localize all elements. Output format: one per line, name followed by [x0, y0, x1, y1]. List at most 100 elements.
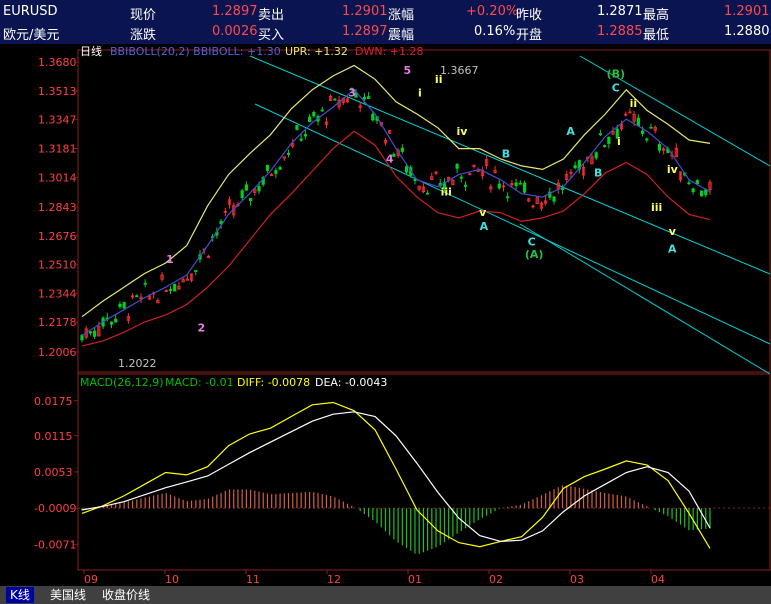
tab-close-line[interactable]: 收盘价线 — [98, 587, 154, 603]
candle-body — [265, 165, 270, 171]
change-value: 0.0026 — [212, 24, 258, 39]
candle-body — [404, 166, 409, 173]
candle-body — [371, 113, 375, 121]
band-upr — [81, 64, 711, 318]
wave-label: C — [528, 236, 536, 249]
change-label: 涨跌 — [130, 28, 157, 43]
amplitude-value: 0.16% — [474, 24, 516, 39]
candle-body — [88, 331, 93, 334]
amplitude-label: 震幅 — [388, 28, 415, 43]
x-tick-label: 11 — [246, 573, 260, 586]
wave-label: A — [566, 125, 575, 138]
symbol-name: 欧元/美元 — [3, 28, 60, 43]
candle-body — [514, 182, 518, 187]
wave-label: ii — [630, 97, 638, 110]
candle-body — [636, 117, 640, 127]
main-y-tick-label: 1.3513 — [38, 85, 77, 98]
candle-body — [118, 303, 122, 308]
dwn-label: DWN: +1.28 — [355, 45, 424, 58]
candle-body — [80, 334, 84, 341]
candle-body — [312, 111, 316, 117]
main-y-tick-label: 1.2843 — [38, 201, 77, 214]
candle-body — [168, 289, 173, 291]
candle-body — [114, 318, 118, 323]
wave-label: 2 — [197, 321, 205, 334]
macd-value-label: MACD: -0.01 — [165, 376, 234, 389]
symbol-code: EURUSD — [3, 4, 58, 19]
quote-header: EURUSD 现价 1.2897 卖出 1.2901 涨幅 +0.20% 昨收 … — [0, 0, 771, 44]
main-panel-frame — [77, 49, 771, 373]
wave-label: 4 — [386, 152, 394, 165]
x-tick-label: 09 — [84, 573, 98, 586]
ask-label: 卖出 — [258, 8, 285, 23]
trend-channel-line — [519, 223, 771, 375]
chart-area[interactable]: 1.3680 1.3513 1.3347 1.3181 1.3014 1.2843 1.26… — [0, 44, 771, 586]
trend-channel-line — [249, 55, 771, 275]
main-y-tick-label: 1.2510 — [38, 259, 77, 272]
last-price-value: 1.2897 — [212, 4, 258, 19]
macd-title: MACD(26,12,9) — [80, 376, 164, 389]
wave-label: v — [669, 225, 677, 238]
macd-line-diff — [81, 401, 711, 549]
main-y-tick-label: 1.2676 — [38, 230, 77, 243]
band-dwn — [81, 130, 711, 347]
chart-type-tabs: K线 美国线 收盘价线 — [0, 586, 771, 604]
macd-y-tick-label: -0.0071 — [34, 538, 76, 551]
candle-body — [426, 192, 430, 195]
wave-label: C — [612, 81, 620, 94]
upr-label: UPR: +1.32 — [285, 45, 348, 58]
candle-body — [274, 170, 278, 174]
candle-body — [194, 270, 198, 272]
wave-label: i — [617, 135, 621, 148]
macd-y-tick-label: -0.0009 — [34, 502, 76, 515]
candle-body — [594, 152, 598, 159]
wave-label: B — [502, 147, 510, 160]
x-tick-label: 02 — [489, 573, 503, 586]
chart-svg[interactable]: 1.3680 1.3513 1.3347 1.3181 1.3014 1.2843 1.26… — [0, 44, 771, 586]
candle-body — [497, 183, 501, 189]
main-y-tick-label: 1.2006 — [38, 346, 77, 359]
wave-label: (A) — [525, 248, 544, 261]
candle-body — [240, 190, 244, 199]
wave-label: (B) — [607, 68, 625, 81]
quote-row-1: EURUSD 现价 1.2897 卖出 1.2901 涨幅 +0.20% 昨收 … — [0, 2, 771, 23]
candle-body — [400, 147, 404, 152]
candle-body — [691, 188, 695, 193]
quote-row-2: 欧元/美元 涨跌 0.0026 买入 1.2897 震幅 0.16% 开盘 1.… — [0, 22, 771, 43]
wave-label: 3 — [348, 87, 356, 100]
change-pct-value: +0.20% — [466, 4, 519, 19]
x-tick-label: 01 — [408, 573, 422, 586]
tab-ohlc[interactable]: 美国线 — [46, 587, 90, 603]
candle-body — [413, 179, 417, 182]
candle-body — [463, 184, 468, 187]
candle-body — [278, 167, 282, 170]
high-annotation: 1.3667 — [440, 64, 479, 77]
ask-value: 1.2901 — [342, 4, 388, 19]
main-y-tick-label: 1.3181 — [38, 142, 77, 155]
wave-label: iii — [441, 185, 452, 198]
candle-body — [362, 96, 366, 100]
candle-body — [455, 163, 459, 169]
diff-label: DIFF: -0.0078 — [237, 376, 310, 389]
wave-label: A — [480, 220, 489, 233]
candle-body — [286, 152, 291, 155]
candle-body — [518, 182, 522, 185]
candle-body — [257, 186, 261, 192]
macd-y-tick-label: 0.0115 — [34, 430, 73, 443]
last-price-label: 现价 — [130, 8, 157, 23]
main-y-tick-label: 1.3680 — [38, 56, 77, 69]
candle-body — [299, 138, 303, 141]
x-tick-label: 03 — [570, 573, 584, 586]
candle-body — [607, 137, 611, 144]
main-y-tick-label: 1.3014 — [38, 171, 77, 184]
macd-y-tick-label: 0.0175 — [34, 395, 73, 408]
candle-body — [573, 165, 577, 169]
wave-label: A — [668, 243, 677, 256]
wave-label: v — [479, 206, 487, 219]
wave-label: iii — [651, 201, 662, 214]
candle-body — [303, 133, 307, 137]
period-label: 日线 — [80, 44, 102, 58]
bbiboll-label: BBIBOLL(20,2) BBIBOLL: +1.30 — [110, 45, 281, 58]
wave-label: 5 — [403, 64, 411, 77]
tab-kline[interactable]: K线 — [6, 587, 34, 603]
